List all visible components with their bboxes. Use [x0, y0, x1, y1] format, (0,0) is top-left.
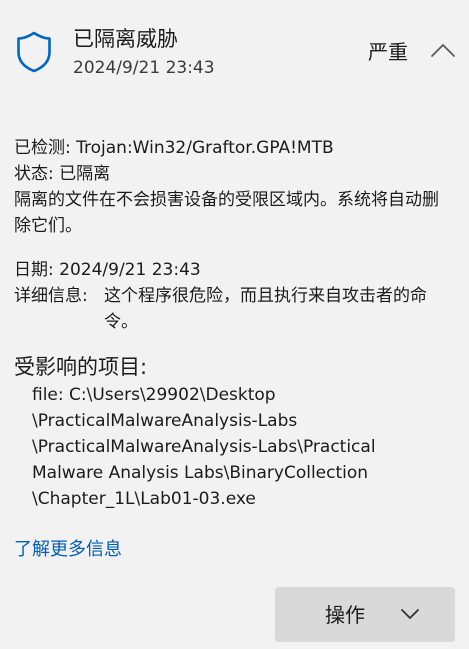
- severity-label: 严重: [368, 40, 408, 64]
- status-row: 状态: 已隔离: [14, 161, 110, 187]
- date-label: 日期:: [14, 260, 54, 280]
- threat-timestamp: 2024/9/21 23:43: [73, 58, 215, 78]
- affected-file-path: file: C:\Users\29902\Desktop \PracticalM…: [32, 382, 457, 512]
- details-label: 详细信息:: [14, 286, 88, 306]
- threat-card: 已隔离威胁 2024/9/21 23:43 严重 已检测: Trojan:Win…: [0, 0, 469, 649]
- threat-title: 已隔离威胁: [73, 27, 178, 51]
- status-label: 状态:: [14, 164, 54, 184]
- shield-icon: [17, 31, 51, 73]
- path-line: Malware Analysis Labs\BinaryCollection: [32, 463, 369, 483]
- detected-value: Trojan:Win32/Graftor.GPA!MTB: [76, 138, 334, 158]
- path-line: file: C:\Users\29902\Desktop: [32, 385, 276, 405]
- actions-button[interactable]: 操作: [275, 587, 455, 642]
- path-line: \Chapter_1L\Lab01-03.exe: [32, 489, 256, 509]
- date-row: 日期: 2024/9/21 23:43: [14, 257, 201, 283]
- affected-items-heading: 受影响的项目:: [14, 355, 148, 379]
- date-value: 2024/9/21 23:43: [59, 260, 201, 280]
- detected-label: 已检测:: [14, 138, 71, 158]
- chevron-up-icon[interactable]: [426, 36, 460, 66]
- path-line: \PracticalMalwareAnalysis-Labs\Practical: [32, 437, 376, 457]
- threat-description: 隔离的文件在不会损害设备的受限区域内。系统将自动删除它们。: [14, 190, 439, 236]
- actions-button-label: 操作: [325, 603, 365, 627]
- learn-more-link[interactable]: 了解更多信息: [14, 537, 122, 563]
- path-line: \PracticalMalwareAnalysis-Labs: [32, 411, 298, 431]
- details-value: 这个程序很危险，而且执行来自攻击者的命令。: [104, 286, 427, 332]
- threat-header: 已隔离威胁 2024/9/21 23:43 严重: [0, 0, 469, 90]
- status-value: 已隔离: [59, 164, 111, 184]
- chevron-down-icon: [401, 609, 419, 619]
- detected-row: 已检测: Trojan:Win32/Graftor.GPA!MTB: [14, 135, 334, 161]
